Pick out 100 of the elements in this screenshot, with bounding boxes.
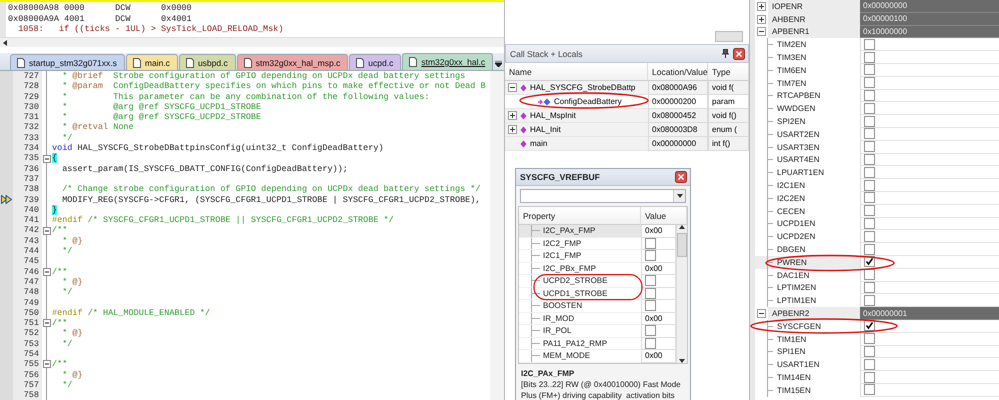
checkbox[interactable] (864, 38, 875, 50)
dropdown-field[interactable] (520, 189, 686, 203)
checkbox[interactable] (864, 269, 875, 280)
checkbox[interactable] (864, 244, 875, 255)
dropdown-arrow-icon[interactable] (495, 60, 502, 66)
tree-row[interactable]: HAL_Init (505, 123, 648, 137)
collapse-icon[interactable] (508, 83, 517, 92)
checkbox[interactable] (645, 325, 656, 336)
value-cell[interactable] (860, 76, 999, 90)
checkbox[interactable] (864, 52, 875, 63)
value-cell[interactable] (860, 282, 999, 294)
value-cell[interactable] (641, 300, 676, 312)
scroll-left-icon[interactable] (3, 40, 7, 46)
column-header[interactable]: Value (641, 207, 687, 225)
tree-row[interactable]: HAL_MspInit (505, 109, 648, 123)
property-row[interactable]: IR_MOD (519, 312, 641, 325)
expand-icon[interactable] (757, 14, 766, 24)
value-cell[interactable] (860, 256, 999, 269)
checkbox[interactable] (864, 230, 875, 242)
register-row[interactable]: APBENR2 (755, 307, 860, 320)
property-row[interactable]: PA11_PA12_RMP (519, 338, 641, 350)
file-tab[interactable]: startup_stm32g071xx.s (10, 54, 125, 70)
value-cell[interactable] (860, 51, 999, 64)
checkbox[interactable] (645, 338, 656, 349)
value-cell[interactable] (860, 320, 999, 333)
value-cell[interactable] (860, 230, 999, 244)
value-cell[interactable] (860, 243, 999, 256)
property-row[interactable]: BOOSTEN (519, 300, 641, 312)
value-cell[interactable] (860, 371, 999, 384)
register-value[interactable]: 0x10000000 (860, 26, 999, 38)
checkbox[interactable] (645, 275, 656, 286)
checkbox[interactable] (864, 128, 875, 140)
checkbox[interactable] (864, 333, 875, 344)
checkbox[interactable] (864, 372, 875, 382)
fold-collapse-icon[interactable] (43, 226, 51, 235)
checkbox[interactable] (864, 180, 875, 191)
tree-row[interactable]: main (505, 137, 648, 151)
checkbox[interactable] (864, 102, 875, 114)
value-cell[interactable] (860, 90, 999, 102)
checkbox[interactable] (645, 238, 656, 249)
checkbox[interactable] (864, 192, 875, 204)
register-row[interactable]: APBENR1 (755, 26, 860, 38)
value-cell[interactable] (860, 268, 999, 282)
value-cell[interactable] (860, 115, 999, 128)
value-cell[interactable] (860, 140, 999, 154)
column-header[interactable]: Name (505, 63, 648, 81)
expand-icon[interactable] (508, 111, 517, 120)
file-tab[interactable]: usbpd.c (178, 54, 236, 70)
register-value[interactable]: 0x00000000 (860, 0, 999, 13)
property-row[interactable]: I2C_PAx_FMP (519, 225, 641, 238)
property-row[interactable]: UCPD2_STROBE (519, 275, 641, 288)
property-row[interactable]: I2C1_FMP (519, 250, 641, 262)
value-cell[interactable] (860, 346, 999, 358)
checkbox[interactable] (864, 218, 875, 229)
checkbox[interactable] (864, 205, 875, 216)
checkbox[interactable] (864, 141, 875, 152)
expand-icon[interactable] (757, 2, 766, 11)
value-cell[interactable] (860, 128, 999, 141)
value-cell[interactable] (860, 154, 999, 166)
fold-collapse-icon[interactable] (43, 268, 51, 276)
value-cell[interactable] (860, 218, 999, 230)
checkbox[interactable] (645, 300, 656, 312)
property-row[interactable]: I2C2_FMP (519, 238, 641, 250)
checkbox[interactable] (645, 250, 656, 262)
value-cell[interactable] (860, 38, 999, 52)
scrollbar-thumb[interactable] (677, 233, 687, 257)
property-row[interactable]: UCPD1_STROBE (519, 288, 641, 300)
checkbox[interactable] (864, 346, 875, 357)
checkbox[interactable] (864, 154, 875, 165)
value-cell[interactable] (641, 338, 676, 350)
expand-icon[interactable] (508, 125, 517, 134)
fold-collapse-icon[interactable] (43, 319, 51, 328)
collapse-icon[interactable] (757, 309, 766, 318)
collapse-icon[interactable] (757, 27, 766, 36)
checkbox[interactable] (864, 282, 875, 293)
value-cell[interactable] (860, 384, 999, 397)
value-cell[interactable] (641, 275, 676, 288)
value-cell[interactable] (860, 166, 999, 180)
property-row[interactable]: I2C_PBx_FMP (519, 262, 641, 275)
checkbox[interactable] (864, 77, 875, 88)
checkbox[interactable] (864, 90, 875, 101)
pin-icon[interactable] (722, 49, 729, 58)
value-cell[interactable] (860, 192, 999, 205)
checkbox[interactable] (645, 288, 656, 299)
field-row[interactable]: DAC1EN (755, 268, 860, 282)
checkbox[interactable] (864, 358, 875, 370)
fold-collapse-icon[interactable] (43, 154, 51, 163)
value-cell[interactable] (860, 102, 999, 116)
checkbox[interactable] (864, 294, 875, 306)
checkbox[interactable] (864, 116, 875, 127)
property-row[interactable]: IR_POL (519, 325, 641, 338)
checkbox[interactable] (864, 384, 875, 396)
file-tab[interactable]: main.c (126, 54, 178, 70)
value-cell[interactable] (641, 250, 676, 262)
file-tab[interactable]: stm32g0xx_hal_msp.c (236, 54, 348, 70)
tree-row[interactable]: HAL_SYSCFG_StrobeDBattp (505, 81, 648, 95)
file-tab[interactable]: ucpd.c (349, 54, 402, 70)
value-cell[interactable] (860, 179, 999, 192)
close-button[interactable] (733, 48, 745, 60)
register-row[interactable]: IOPENR (755, 0, 860, 13)
